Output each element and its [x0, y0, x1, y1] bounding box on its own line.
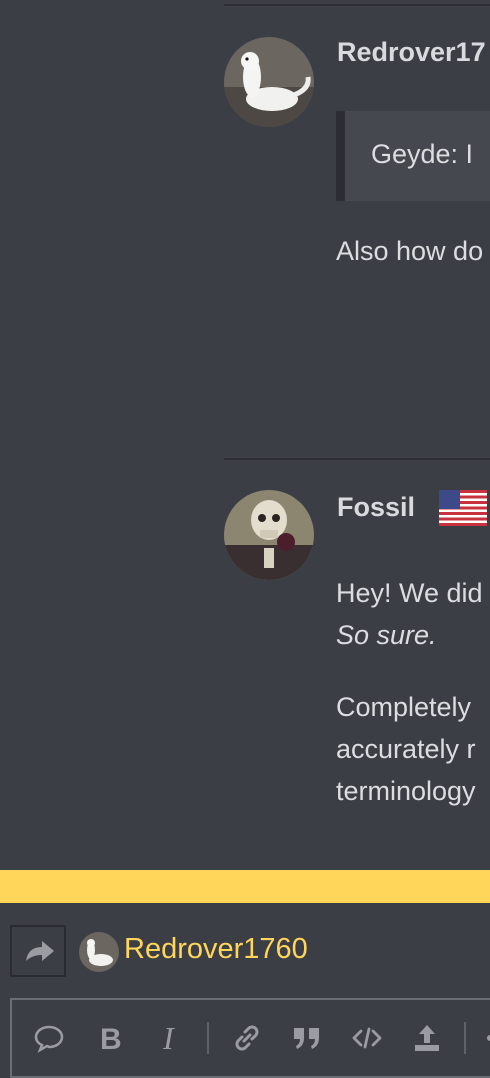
post-text: Completely: [336, 692, 472, 722]
post-text: Hey! We did: [336, 578, 483, 608]
ermine-avatar-icon: [224, 37, 314, 127]
post-divider: [224, 4, 490, 6]
skeleton-avatar-icon: [224, 490, 314, 580]
quote-icon[interactable]: [287, 1018, 327, 1058]
post-text: Also how do: [336, 236, 484, 266]
us-flag-icon: [439, 490, 487, 526]
link-icon[interactable]: [227, 1018, 267, 1058]
toolbar-separator: [207, 1022, 209, 1054]
svg-text:I: I: [162, 1022, 175, 1054]
upload-icon[interactable]: [407, 1018, 447, 1058]
speech-bubble-icon[interactable]: [29, 1018, 69, 1058]
post-text: terminology: [336, 776, 476, 806]
avatar[interactable]: [224, 490, 314, 580]
reply-action-button[interactable]: [10, 925, 66, 977]
post-divider: [224, 458, 490, 460]
avatar[interactable]: [224, 37, 314, 127]
quote-text: Geyde: I: [371, 139, 474, 169]
ermine-avatar-icon: [79, 932, 119, 972]
bold-icon[interactable]: B: [90, 1018, 130, 1058]
toolbar-separator: [464, 1022, 466, 1054]
post-text: accurately r: [336, 734, 476, 764]
svg-text:B: B: [100, 1023, 122, 1054]
more-options-icon[interactable]: [478, 1018, 490, 1058]
reply-avatar: [79, 932, 119, 972]
quote-block: Geyde: I: [336, 111, 490, 201]
reply-username[interactable]: Redrover1760: [124, 933, 308, 966]
code-icon[interactable]: [347, 1018, 387, 1058]
post-text-italic: So sure.: [336, 620, 437, 650]
share-arrow-icon: [26, 941, 54, 961]
composer-resize-bar[interactable]: [0, 870, 490, 903]
post-username[interactable]: Redrover17: [337, 37, 486, 68]
italic-icon[interactable]: I: [150, 1018, 190, 1058]
post-username[interactable]: Fossil: [337, 492, 415, 523]
